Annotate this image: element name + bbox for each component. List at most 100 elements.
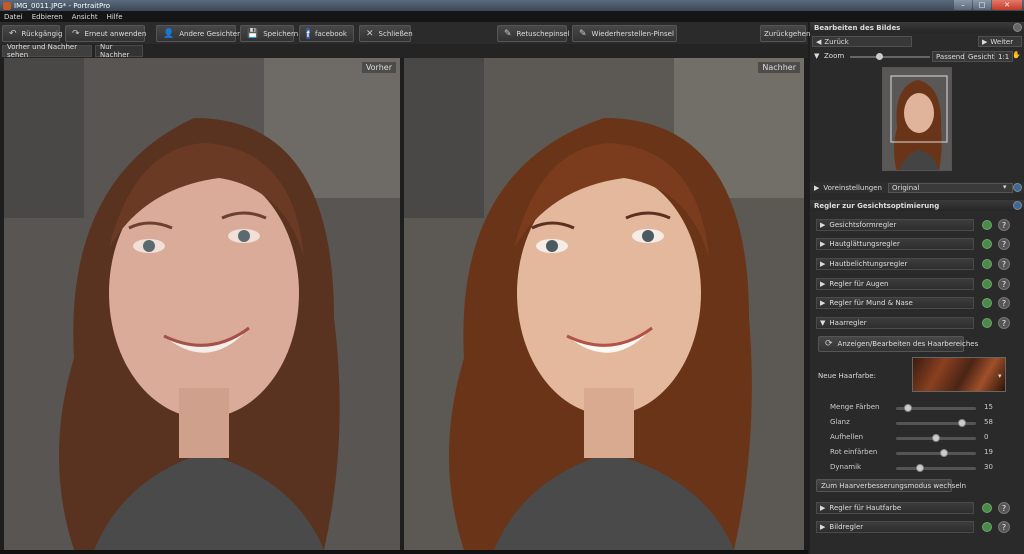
edit-image-header: Bearbeiten des Bildes (810, 22, 1024, 33)
hand-icon[interactable]: ✋ (1012, 51, 1021, 59)
regler-mouth-nose[interactable]: ▶ Regler für Mund & Nase (816, 297, 974, 309)
zoom-slider[interactable] (850, 53, 930, 60)
regler-skin-smooth[interactable]: ▶ Hautglättungsregler (816, 238, 974, 250)
retouch-brush-button[interactable]: ✎ Retuschepinsel (497, 25, 570, 42)
toggle-on-icon[interactable] (982, 220, 992, 230)
zoom-label: Zoom (824, 52, 845, 60)
help-icon[interactable]: ? (998, 258, 1010, 270)
menu-edbieren[interactable]: Edbieren (32, 13, 63, 21)
regler-eyes[interactable]: ▶ Regler für Augen (816, 278, 974, 290)
help-icon[interactable] (1013, 201, 1022, 210)
regler-face-shape[interactable]: ▶ Gesichtsformregler (816, 219, 974, 231)
before-photo-panel[interactable]: Vorher (4, 58, 400, 550)
minimize-button[interactable]: – (954, 0, 972, 10)
thumbnail-image (883, 68, 951, 170)
zoom-slider-knob[interactable] (876, 53, 883, 60)
maximize-button[interactable]: □ (973, 0, 991, 10)
slider-knob[interactable] (916, 464, 924, 472)
redo-button[interactable]: ↷ Erneut anwenden (65, 25, 146, 42)
slider-track[interactable] (896, 434, 976, 442)
next-button[interactable]: ▶ Weiter (978, 36, 1022, 47)
before-portrait-image (4, 58, 400, 550)
app-window: IMG_0011.JPG* - PortraitPro – □ ✕ Datei … (0, 0, 1024, 554)
chevron-right-icon: ▶ (820, 221, 826, 229)
tab-before-after[interactable]: Vorher und Nachher sehen (2, 43, 92, 59)
slider-aufhellen: Aufhellen 0 (830, 433, 989, 442)
slider-knob[interactable] (957, 419, 966, 427)
toggle-on-icon[interactable] (982, 259, 992, 269)
help-icon[interactable] (1013, 183, 1022, 192)
hair-color-swatch[interactable] (912, 357, 1006, 392)
restore-brush-button[interactable]: ✎ Wiederherstellen-Pinsel (572, 25, 677, 42)
toggle-on-icon[interactable] (982, 239, 992, 249)
toolbar: ↶ Rückgängig ↷ Erneut anwenden 👤 Andere Ges… (0, 22, 810, 44)
redo-icon: ↷ (72, 28, 80, 39)
chevron-right-icon: ▶ (820, 299, 826, 307)
regler-header: Regler zur Gesichtsoptimierung (810, 200, 1024, 211)
help-icon[interactable]: ? (998, 238, 1010, 250)
menu-ansicht[interactable]: Ansicht (72, 13, 98, 21)
presets-select[interactable]: Original (887, 182, 1013, 193)
menu-hilfe[interactable]: Hilfe (107, 13, 123, 21)
chevron-right-icon: ▶ (820, 280, 826, 288)
after-label: Nachher (758, 62, 800, 73)
toggle-on-icon[interactable] (982, 318, 992, 328)
back-button[interactable]: ◀ Zurück (812, 36, 912, 47)
slider-knob[interactable] (904, 404, 912, 412)
chevron-down-icon: ▼ (820, 319, 826, 327)
show-hair-area-button[interactable]: ⟳ Anzeigen/Bearbeiten des Haarbereiches (818, 336, 978, 352)
close-window-button[interactable]: ✕ (992, 0, 1022, 10)
chevron-down-icon: ▾ (1003, 183, 1007, 191)
chevron-down-icon[interactable]: ▾ (998, 372, 1002, 380)
help-icon[interactable]: ? (998, 278, 1010, 290)
toggle-on-icon[interactable] (982, 298, 992, 308)
brush-icon: ✎ (504, 28, 512, 39)
brush-icon: ✎ (579, 28, 587, 39)
chevron-right-icon: ▶ (982, 37, 988, 46)
regler-skin-color[interactable]: ▶ Regler für Hautfarbe (816, 502, 974, 514)
close-button[interactable]: ✕ Schließen (359, 25, 413, 42)
toggle-on-icon[interactable] (982, 522, 992, 532)
tab-after-only[interactable]: Nur Nachher (95, 43, 143, 59)
panel-options-icon[interactable] (1013, 23, 1022, 32)
toggle-on-icon[interactable] (982, 279, 992, 289)
chevron-right-icon: ▶ (820, 523, 826, 531)
navigator-thumbnail[interactable] (882, 67, 952, 171)
refresh-icon: ⟳ (825, 339, 833, 349)
after-photo-panel[interactable]: Nachher (404, 58, 804, 550)
help-icon[interactable]: ? (998, 521, 1010, 533)
help-icon[interactable]: ? (998, 317, 1010, 329)
help-icon[interactable]: ? (998, 502, 1010, 514)
regler-row: ▶ Regler für Augen ? (816, 278, 1016, 290)
toggle-on-icon[interactable] (982, 503, 992, 513)
regler-row: ▶ Regler für Hautfarbe ? (816, 502, 1016, 514)
menu-datei[interactable]: Datei (4, 13, 23, 21)
slider-knob[interactable] (932, 434, 940, 442)
slider-track[interactable] (896, 464, 976, 472)
zoom-toggle-icon[interactable]: ▼ (814, 52, 819, 60)
slider-knob[interactable] (940, 449, 948, 457)
hair-mode-switch-button[interactable]: Zum Haarverbesserungsmodus wechseln (816, 479, 966, 492)
zoom-1to1-button[interactable]: 1:1 (994, 51, 1014, 62)
undo-button[interactable]: ↶ Rückgängig (2, 25, 62, 42)
new-hair-color-label: Neue Haarfarbe: (818, 372, 876, 380)
regler-image[interactable]: ▶ Bildregler (816, 521, 974, 533)
facebook-icon: f (306, 28, 311, 39)
after-portrait-image (404, 58, 804, 550)
view-tabs: Vorher und Nachher sehen Nur Nachher (0, 43, 808, 59)
slider-track[interactable] (896, 449, 976, 457)
zoom-row: ▼ Zoom Passend Gesicht 1:1 ✋ (812, 51, 1022, 62)
help-icon[interactable]: ? (998, 219, 1010, 231)
before-label: Vorher (361, 62, 396, 73)
chevron-right-icon: ▶ (820, 260, 826, 268)
save-button[interactable]: 💾 Speichern (240, 25, 298, 42)
regler-skin-lighting[interactable]: ▶ Hautbelichtungsregler (816, 258, 974, 270)
regler-hair[interactable]: ▼ Haarregler (816, 317, 974, 329)
slider-track[interactable] (896, 419, 976, 427)
other-faces-button[interactable]: 👤 Andere Gesichter (156, 25, 240, 42)
help-icon[interactable]: ? (998, 297, 1010, 309)
presets-row[interactable]: ▶ Voreinstellungen Original ▾ (810, 182, 1024, 193)
reset-button[interactable]: Zurückgehen (760, 25, 810, 42)
facebook-button[interactable]: f facebook (299, 25, 354, 42)
slider-track[interactable] (896, 404, 976, 412)
